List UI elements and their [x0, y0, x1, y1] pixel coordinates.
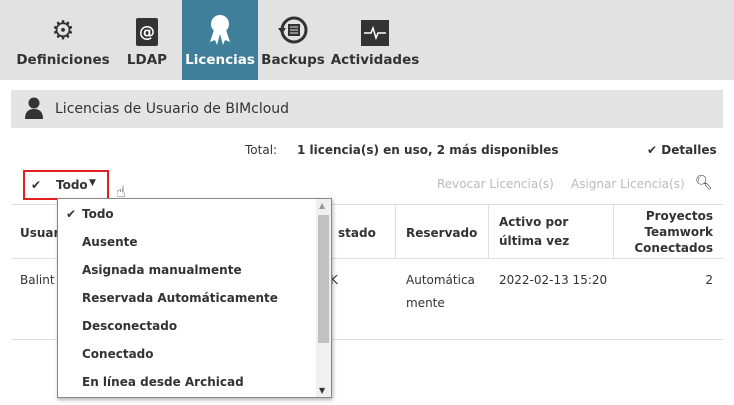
column-header-last-active[interactable]: Activo por última vez — [499, 215, 569, 248]
tab-definiciones[interactable]: ⚙ Definiciones — [14, 0, 112, 80]
details-toggle[interactable]: ✔ Detalles — [647, 143, 717, 157]
check-icon: ✔ — [647, 143, 662, 157]
search-icon[interactable]: 🔍︎ — [695, 175, 713, 191]
chevron-down-icon: ▼ — [89, 178, 96, 188]
filter-dropdown-menu: ✔ Todo Ausente Asignada manualmente Rese… — [57, 198, 332, 398]
divider — [488, 204, 489, 258]
address-book-icon: @ — [136, 0, 158, 46]
activity-icon — [361, 0, 389, 46]
cell-reserved: Automática — [406, 273, 475, 287]
scroll-up-icon[interactable]: ▲ — [319, 201, 325, 210]
scroll-down-icon[interactable]: ▼ — [319, 386, 325, 395]
divider — [395, 204, 396, 258]
revoke-license-button[interactable]: Revocar Licencia(s) — [437, 177, 554, 191]
cell-user: Balint — [20, 273, 55, 287]
tab-actividades[interactable]: Actividades — [331, 0, 419, 80]
tab-ldap[interactable]: @ LDAP — [122, 0, 172, 80]
ribbon-icon — [208, 0, 232, 46]
scrollbar-thumb[interactable] — [318, 215, 329, 343]
divider — [613, 204, 614, 258]
column-header-reserved[interactable]: Reservado — [406, 226, 477, 240]
total-value: 1 licencia(s) en uso, 2 más disponibles — [297, 143, 559, 157]
filter-dropdown[interactable]: ✔ Todo ▼ — [23, 170, 109, 200]
option-asignada-manualmente[interactable]: Asignada manualmente — [82, 263, 242, 277]
cell-reserved-cont: mente — [406, 296, 445, 310]
option-desconectado[interactable]: Desconectado — [82, 319, 177, 333]
hand-cursor-icon: ☝ — [116, 182, 126, 201]
option-todo[interactable]: Todo — [82, 207, 114, 221]
column-header-state[interactable]: stado — [338, 226, 376, 240]
cell-projects: 2 — [705, 273, 713, 287]
scrollbar[interactable]: ▲ ▼ — [316, 199, 331, 397]
gear-icon: ⚙ — [51, 16, 75, 46]
total-label: Total: — [245, 143, 278, 157]
option-en-linea-archicad[interactable]: En línea desde Archicad — [82, 375, 244, 389]
column-header-projects[interactable]: Proyectos Teamwork Conectados — [634, 208, 713, 256]
page-title: Licencias de Usuario de BIMcloud — [55, 101, 290, 117]
top-nav: ⚙ Definiciones @ LDAP Licencias Backups Ac… — [0, 0, 734, 80]
check-icon: ✔ — [66, 207, 77, 221]
cell-last-active: 2022-02-13 15:20 — [499, 273, 608, 287]
tab-backups[interactable]: Backups — [261, 0, 325, 80]
user-icon — [25, 97, 43, 122]
option-reservada-automaticamente[interactable]: Reservada Automáticamente — [82, 291, 278, 305]
column-header-user[interactable]: Usuar — [20, 226, 59, 240]
assign-license-button[interactable]: Asignar Licencia(s) — [571, 177, 685, 191]
option-ausente[interactable]: Ausente — [82, 235, 138, 249]
option-conectado[interactable]: Conectado — [82, 347, 154, 361]
tab-licencias[interactable]: Licencias — [182, 0, 258, 80]
backup-icon — [277, 0, 309, 46]
section-header: Licencias de Usuario de BIMcloud — [11, 90, 723, 128]
check-icon: ✔ — [31, 178, 42, 192]
